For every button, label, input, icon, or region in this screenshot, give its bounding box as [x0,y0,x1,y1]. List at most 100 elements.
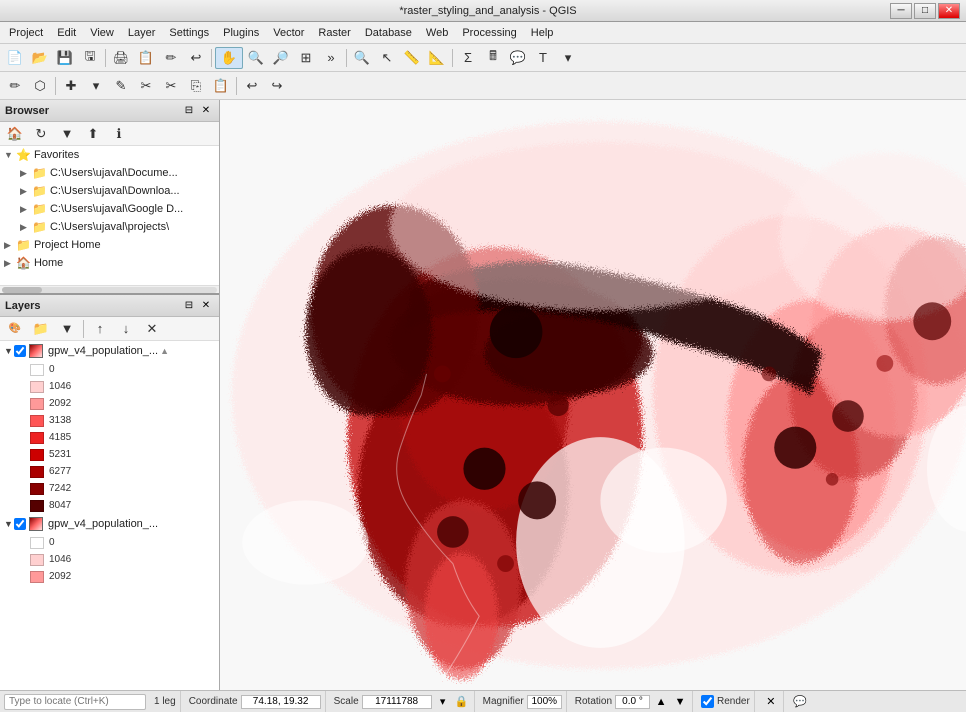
rotation-label: Rotation [575,696,612,707]
digitize-button[interactable]: ✏ [3,75,27,97]
menu-processing[interactable]: Processing [455,25,523,41]
tree-favorites-group[interactable]: ▼ ⭐ Favorites [0,146,219,164]
layer-group-1[interactable]: ▼ gpw_v4_population_... ▲ 0 [0,341,219,514]
menu-plugins[interactable]: Plugins [216,25,266,41]
measure-more-button[interactable]: 📐 [425,47,449,69]
edit-nodes-button[interactable]: ⬡ [28,75,52,97]
layer-2-arrow-icon: ▼ [4,519,14,529]
browser-tree[interactable]: ▼ ⭐ Favorites ▶ 📁 C:\Users\ujaval\Docume… [0,146,219,285]
legend-1-1: 1046 [0,378,219,395]
menu-help[interactable]: Help [524,25,561,41]
move-layer-down-button[interactable]: ↓ [114,318,138,340]
menu-vector[interactable]: Vector [266,25,311,41]
redo-button[interactable]: ↪ [265,75,289,97]
zoom-out-button[interactable]: 🔎 [269,47,293,69]
scale-input[interactable] [362,695,432,709]
zoom-in-button[interactable]: 🔍 [244,47,268,69]
menu-web[interactable]: Web [419,25,455,41]
paste-button[interactable]: 📋 [209,75,233,97]
print-layout-button[interactable]: 🖨 [109,47,133,69]
rotation-input[interactable] [615,695,650,709]
browser-collapse-icon[interactable]: ⬆ [81,123,105,145]
layers-content[interactable]: ▼ gpw_v4_population_... ▲ 0 [0,341,219,690]
open-layer-tree-button[interactable]: 🎨 [3,318,27,340]
rotation-down-button[interactable]: ▼ [672,694,688,710]
undo-button[interactable]: ↩ [184,47,208,69]
browser-refresh-icon[interactable]: ↻ [29,123,53,145]
cut-button[interactable]: ✂ [159,75,183,97]
layer-group-2[interactable]: ▼ gpw_v4_population_... 0 1046 [0,514,219,585]
zoom-full-button[interactable]: ⊞ [294,47,318,69]
render-checkbox[interactable] [701,695,714,708]
menu-settings[interactable]: Settings [162,25,216,41]
map-area[interactable] [220,100,966,690]
cancel-render-button[interactable]: ✕ [763,694,779,710]
browser-info-icon[interactable]: ℹ [107,123,131,145]
select-button[interactable]: ↖ [375,47,399,69]
close-button[interactable]: ✕ [938,3,960,19]
new-project-button[interactable]: 📄 [3,47,27,69]
more-features-button[interactable]: ▾ [84,75,108,97]
tree-item-projects[interactable]: ▶ 📁 C:\Users\ujaval\projects\ [0,218,219,236]
zoom-more-button[interactable]: » [319,47,343,69]
locator-input[interactable] [4,694,146,710]
digitizing-button[interactable]: ✏ [159,47,183,69]
undo2-button[interactable]: ↩ [240,75,264,97]
minimize-button[interactable]: ─ [890,3,912,19]
maximize-button[interactable]: □ [914,3,936,19]
move-layer-up-button[interactable]: ↑ [88,318,112,340]
filter-layers-button[interactable]: ▼ [55,318,79,340]
layer-1-visibility-checkbox[interactable] [14,345,26,357]
measure-button[interactable]: 📏 [400,47,424,69]
add-group-button[interactable]: 📁 [29,318,53,340]
annotate-button[interactable]: 💬 [506,47,530,69]
stats-button[interactable]: Σ [456,47,480,69]
layers-toolbar: 🎨 📁 ▼ ↑ ↓ ✕ [0,317,219,341]
tree-item-project-home[interactable]: ▶ 📁 Project Home [0,236,219,254]
lock-scale-button[interactable]: 🔒 [454,694,470,710]
layer-2-visibility-checkbox[interactable] [14,518,26,530]
scale-dropdown-button[interactable]: ▾ [435,694,451,710]
messages-button[interactable]: 💬 [792,694,808,710]
layer-1-raster-icon [29,343,45,359]
open-project-button[interactable]: 📂 [28,47,52,69]
save-as-button[interactable]: 🖫 [78,47,102,69]
save-project-button[interactable]: 💾 [53,47,77,69]
label-button[interactable]: T [531,47,555,69]
remove-layer-button[interactable]: ✕ [140,318,164,340]
pan-tool-button[interactable]: ✋ [215,47,243,69]
coordinate-seg: Coordinate [185,691,326,712]
legend-color-1-4 [30,432,44,444]
layer-2-header[interactable]: ▼ gpw_v4_population_... [0,514,219,534]
tree-item-home[interactable]: ▶ 🏠 Home [0,254,219,272]
identify-button[interactable]: 🔍 [350,47,374,69]
coordinate-input[interactable] [241,695,321,709]
menu-project[interactable]: Project [2,25,50,41]
menu-edit[interactable]: Edit [50,25,83,41]
browser-home-icon[interactable]: 🏠 [3,123,27,145]
browser-filter-icon[interactable]: ▼ [55,123,79,145]
rotation-up-button[interactable]: ▲ [653,694,669,710]
left-panel: Browser ⊟ ✕ 🏠 ↻ ▼ ⬆ ℹ ▼ ⭐ Favorites [0,100,220,690]
main-area: Browser ⊟ ✕ 🏠 ↻ ▼ ⬆ ℹ ▼ ⭐ Favorites [0,100,966,690]
browser-float-button[interactable]: ⊟ [181,103,197,119]
edit-feature-button[interactable]: ✎ [109,75,133,97]
menu-raster[interactable]: Raster [311,25,357,41]
layers-float-button[interactable]: ⊟ [181,298,197,314]
layer-1-header[interactable]: ▼ gpw_v4_population_... ▲ [0,341,219,361]
add-feature-button[interactable]: ✚ [59,75,83,97]
menu-layer[interactable]: Layer [121,25,163,41]
calc-button[interactable]: 🖩 [481,47,505,69]
tree-item-google[interactable]: ▶ 📁 C:\Users\ujaval\Google D... [0,200,219,218]
layers-close-button[interactable]: ✕ [198,298,214,314]
magnifier-input[interactable] [527,695,562,709]
tree-item-documents[interactable]: ▶ 📁 C:\Users\ujaval\Docume... [0,164,219,182]
menu-database[interactable]: Database [358,25,419,41]
label-more-button[interactable]: ▾ [556,47,580,69]
tree-item-downloads[interactable]: ▶ 📁 C:\Users\ujaval\Downloa... [0,182,219,200]
browser-close-button[interactable]: ✕ [198,103,214,119]
delete-feature-button[interactable]: ✂ [134,75,158,97]
reports-button[interactable]: 📋 [134,47,158,69]
copy-button[interactable]: ⎘ [184,75,208,97]
menu-view[interactable]: View [83,25,121,41]
